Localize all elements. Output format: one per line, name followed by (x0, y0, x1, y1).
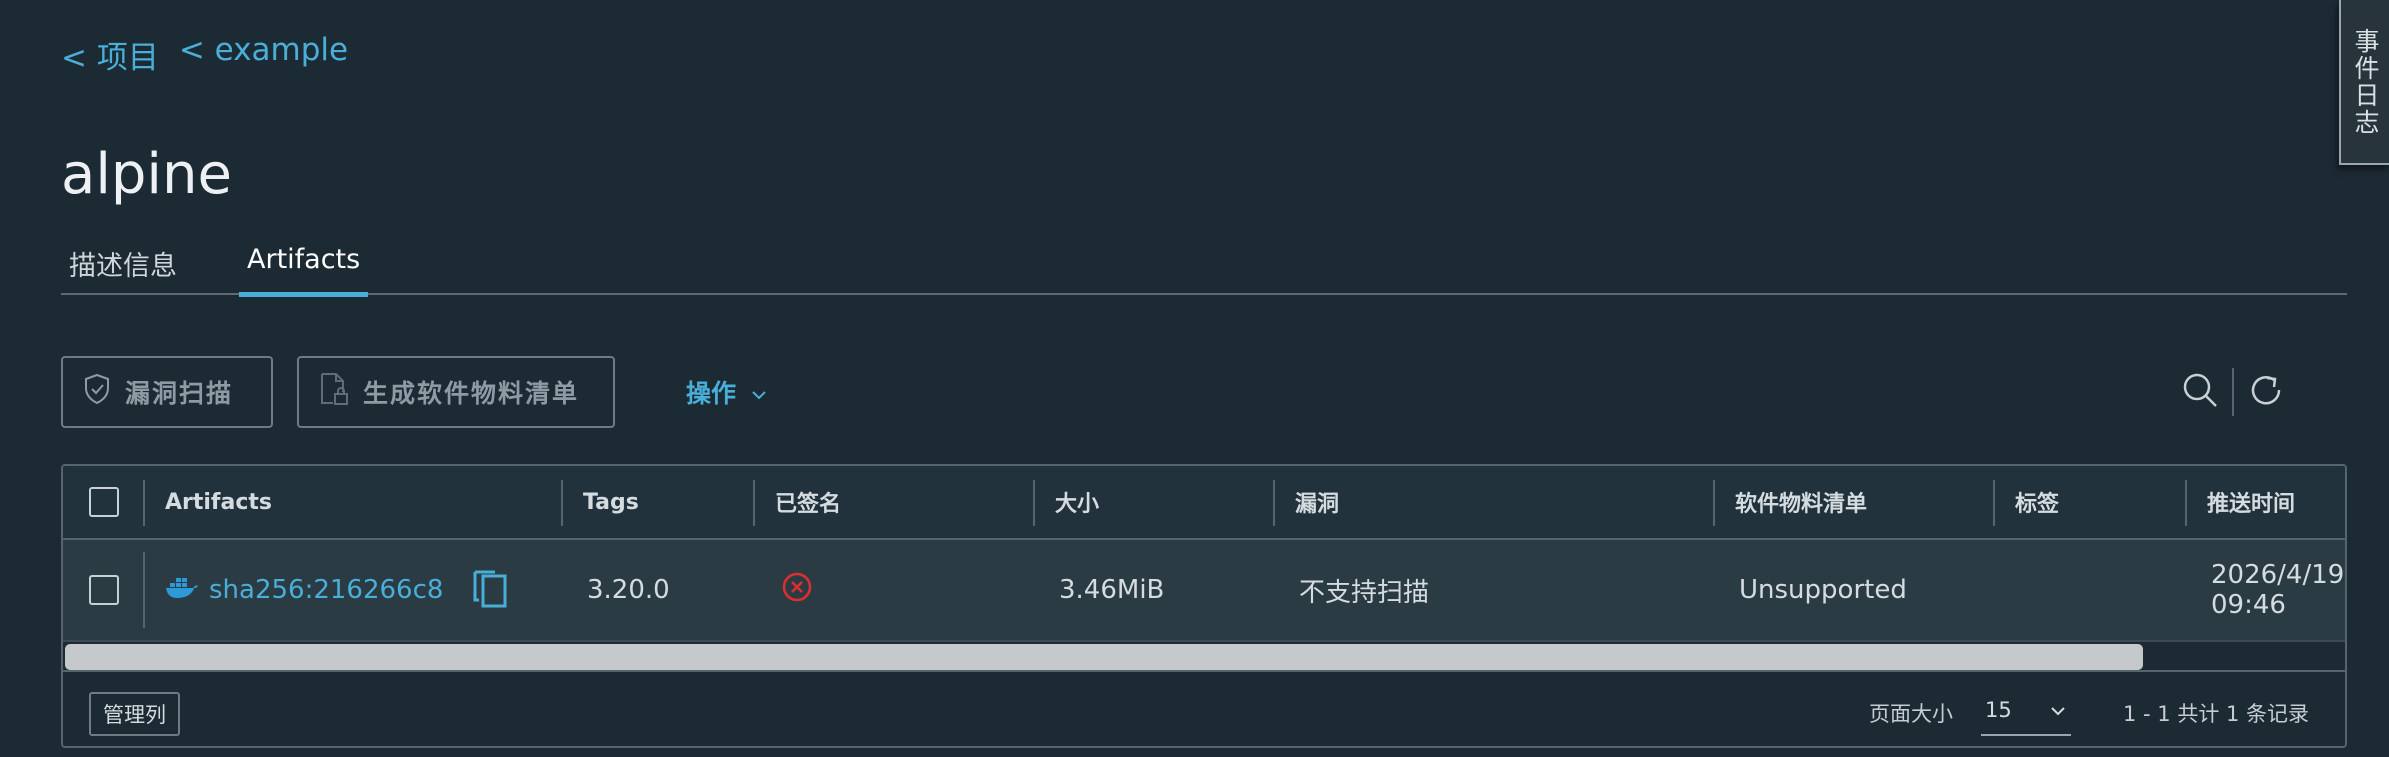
document-lock-icon (319, 372, 349, 412)
generate-sbom-label: 生成软件物料清单 (363, 379, 580, 408)
shield-check-icon (83, 373, 111, 411)
breadcrumb: < 项目 < example (61, 32, 348, 77)
table-row: sha256:216266c8 3.20.0 3.46MiB 不支持扫描 Uns… (63, 540, 2345, 642)
tag-cell: 3.20.0 (587, 575, 670, 605)
event-log-tab[interactable]: 事件日志 (2339, 0, 2389, 165)
push-time-cell: 2026/4/19 09:46 (2211, 540, 2344, 640)
generate-sbom-button[interactable]: 生成软件物料清单 (297, 356, 615, 428)
chevron-down-icon (750, 378, 768, 407)
pagination-info: 1 - 1 共计 1 条记录 (2123, 702, 2310, 726)
copy-icon (471, 564, 511, 617)
size-cell: 3.46MiB (1059, 575, 1165, 605)
vulnerability-cell: 不支持扫描 (1299, 577, 1430, 608)
page-size-value: 15 (1985, 698, 2012, 722)
artifacts-datagrid: Artifacts Tags 已签名 大小 漏洞 软件物料清单 标签 推送时间 (61, 464, 2347, 748)
scrollbar-thumb[interactable] (65, 644, 2143, 670)
toolbar-divider (2232, 368, 2234, 416)
actions-label: 操作 (686, 379, 737, 408)
page-title: alpine (61, 142, 232, 207)
column-header-tags[interactable]: Tags (563, 466, 639, 538)
breadcrumb-projects-link[interactable]: < 项目 (61, 32, 159, 77)
page-size-select[interactable]: 15 (1981, 686, 2071, 736)
artifact-digest-link[interactable]: sha256:216266c8 (209, 575, 443, 605)
search-icon[interactable] (2180, 370, 2220, 414)
row-divider (143, 552, 145, 628)
row-select-checkbox[interactable] (89, 575, 119, 605)
column-header-vulnerabilities[interactable]: 漏洞 (1275, 466, 1339, 538)
scan-button-label: 漏洞扫描 (125, 379, 234, 408)
manage-columns-button[interactable]: 管理列 (89, 692, 180, 736)
column-header-push-time[interactable]: 推送时间 (2187, 466, 2295, 538)
grid-tools (2180, 368, 2286, 416)
signed-cell (781, 540, 813, 640)
column-header-labels[interactable]: 标签 (1995, 466, 2059, 538)
circle-x-icon (781, 571, 813, 610)
push-date: 2026/4/19 (2211, 560, 2345, 590)
refresh-icon[interactable] (2246, 370, 2286, 414)
sbom-cell: Unsupported (1739, 575, 1907, 605)
actions-dropdown[interactable]: 操作 (686, 374, 768, 410)
column-header-artifacts[interactable]: Artifacts (145, 466, 272, 538)
column-header-size[interactable]: 大小 (1035, 466, 1099, 538)
breadcrumb-project-link[interactable]: < example (179, 32, 348, 77)
horizontal-scrollbar[interactable] (63, 642, 2345, 672)
push-time: 09:46 (2211, 590, 2286, 620)
datagrid-footer: 管理列 页面大小 15 1 - 1 共计 1 条记录 (63, 674, 2345, 746)
chevron-down-icon (2049, 698, 2067, 722)
scan-button[interactable]: 漏洞扫描 (61, 356, 273, 428)
tab-bar: 描述信息 Artifacts (61, 240, 2347, 297)
page-size-label: 页面大小 (1869, 702, 1953, 726)
docker-icon (165, 575, 199, 606)
tab-artifacts[interactable]: Artifacts (239, 244, 369, 297)
artifact-cell: sha256:216266c8 (165, 540, 443, 640)
tab-info[interactable]: 描述信息 (61, 244, 185, 295)
select-all-checkbox[interactable] (89, 487, 119, 517)
column-header-signed[interactable]: 已签名 (755, 466, 841, 538)
copy-digest-button[interactable] (471, 540, 511, 640)
page: < 项目 < example alpine 描述信息 Artifacts 事件日… (0, 0, 2389, 757)
datagrid-header: Artifacts Tags 已签名 大小 漏洞 软件物料清单 标签 推送时间 (63, 466, 2345, 540)
column-header-sbom[interactable]: 软件物料清单 (1715, 466, 1867, 538)
